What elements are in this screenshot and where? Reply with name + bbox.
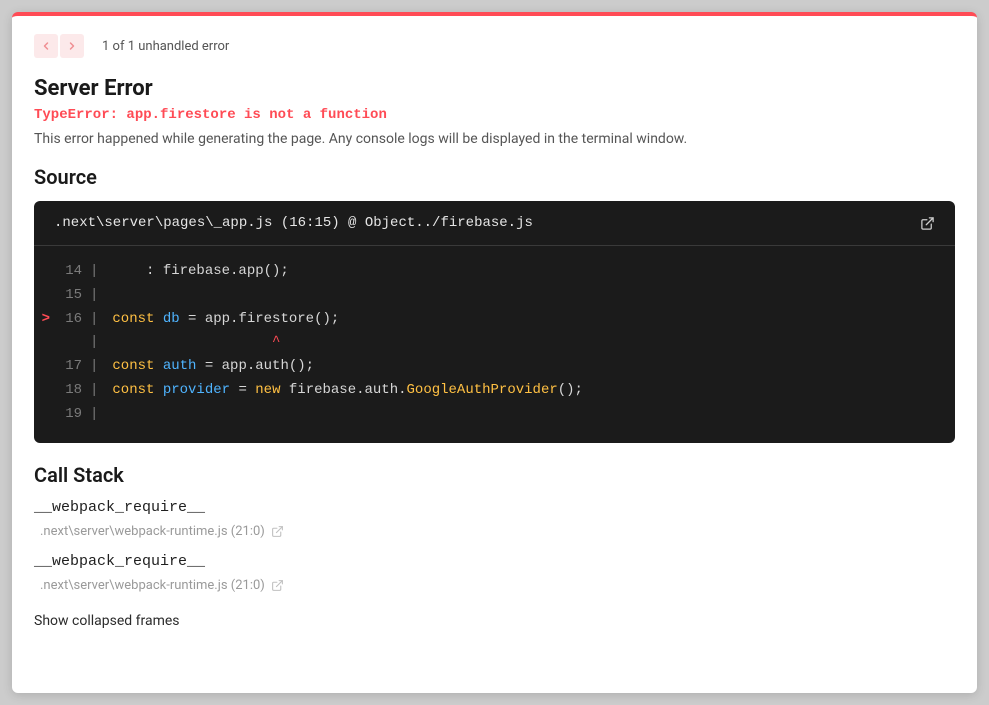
code-frame: .next\server\pages\_app.js (16:15) @ Obj…	[34, 201, 955, 443]
stack-frame-location: .next\server\webpack-runtime.js (21:0)	[34, 524, 955, 539]
chevron-right-icon	[66, 40, 78, 52]
external-link-icon	[271, 525, 284, 538]
next-error-button[interactable]	[60, 34, 84, 58]
stack-frame: __webpack_require__ .next\server\webpack-…	[34, 499, 955, 539]
code-frame-header: .next\server\pages\_app.js (16:15) @ Obj…	[34, 201, 955, 246]
code-line: 18|const provider = new firebase.auth.Go…	[34, 379, 955, 403]
open-in-editor-button[interactable]	[271, 525, 284, 538]
code-line: 15|	[34, 284, 955, 308]
callstack-list: __webpack_require__ .next\server\webpack-…	[34, 499, 955, 593]
stack-frame-location: .next\server\webpack-runtime.js (21:0)	[34, 578, 955, 593]
open-in-editor-button[interactable]	[920, 216, 935, 231]
prev-error-button[interactable]	[34, 34, 58, 58]
chevron-left-icon	[40, 40, 52, 52]
external-link-icon	[271, 579, 284, 592]
stack-frame-path: .next\server\webpack-runtime.js (21:0)	[40, 578, 265, 593]
error-title: Server Error	[34, 76, 955, 101]
code-body: 14| : firebase.app();15|>16|const db = a…	[34, 246, 955, 443]
nav-arrow-group	[34, 34, 84, 58]
error-counter: 1 of 1 unhandled error	[102, 39, 229, 54]
show-collapsed-frames-button[interactable]: Show collapsed frames	[34, 613, 180, 629]
code-line: 19|	[34, 403, 955, 427]
code-line: | ^	[34, 331, 955, 355]
external-link-icon	[920, 216, 935, 231]
stack-frame-function: __webpack_require__	[34, 553, 955, 570]
code-line: >16|const db = app.firestore();	[34, 308, 955, 332]
stack-frame-path: .next\server\webpack-runtime.js (21:0)	[40, 524, 265, 539]
callstack-heading: Call Stack	[34, 463, 955, 487]
error-message: TypeError: app.firestore is not a functi…	[34, 107, 955, 123]
error-overlay: 1 of 1 unhandled error Server Error Type…	[12, 12, 977, 693]
stack-frame: __webpack_require__ .next\server\webpack-…	[34, 553, 955, 593]
error-description: This error happened while generating the…	[34, 131, 955, 147]
error-nav: 1 of 1 unhandled error	[34, 34, 955, 58]
stack-frame-function: __webpack_require__	[34, 499, 955, 516]
code-line: 17|const auth = app.auth();	[34, 355, 955, 379]
open-in-editor-button[interactable]	[271, 579, 284, 592]
code-line: 14| : firebase.app();	[34, 260, 955, 284]
source-heading: Source	[34, 165, 955, 189]
code-location: .next\server\pages\_app.js (16:15) @ Obj…	[54, 215, 533, 231]
